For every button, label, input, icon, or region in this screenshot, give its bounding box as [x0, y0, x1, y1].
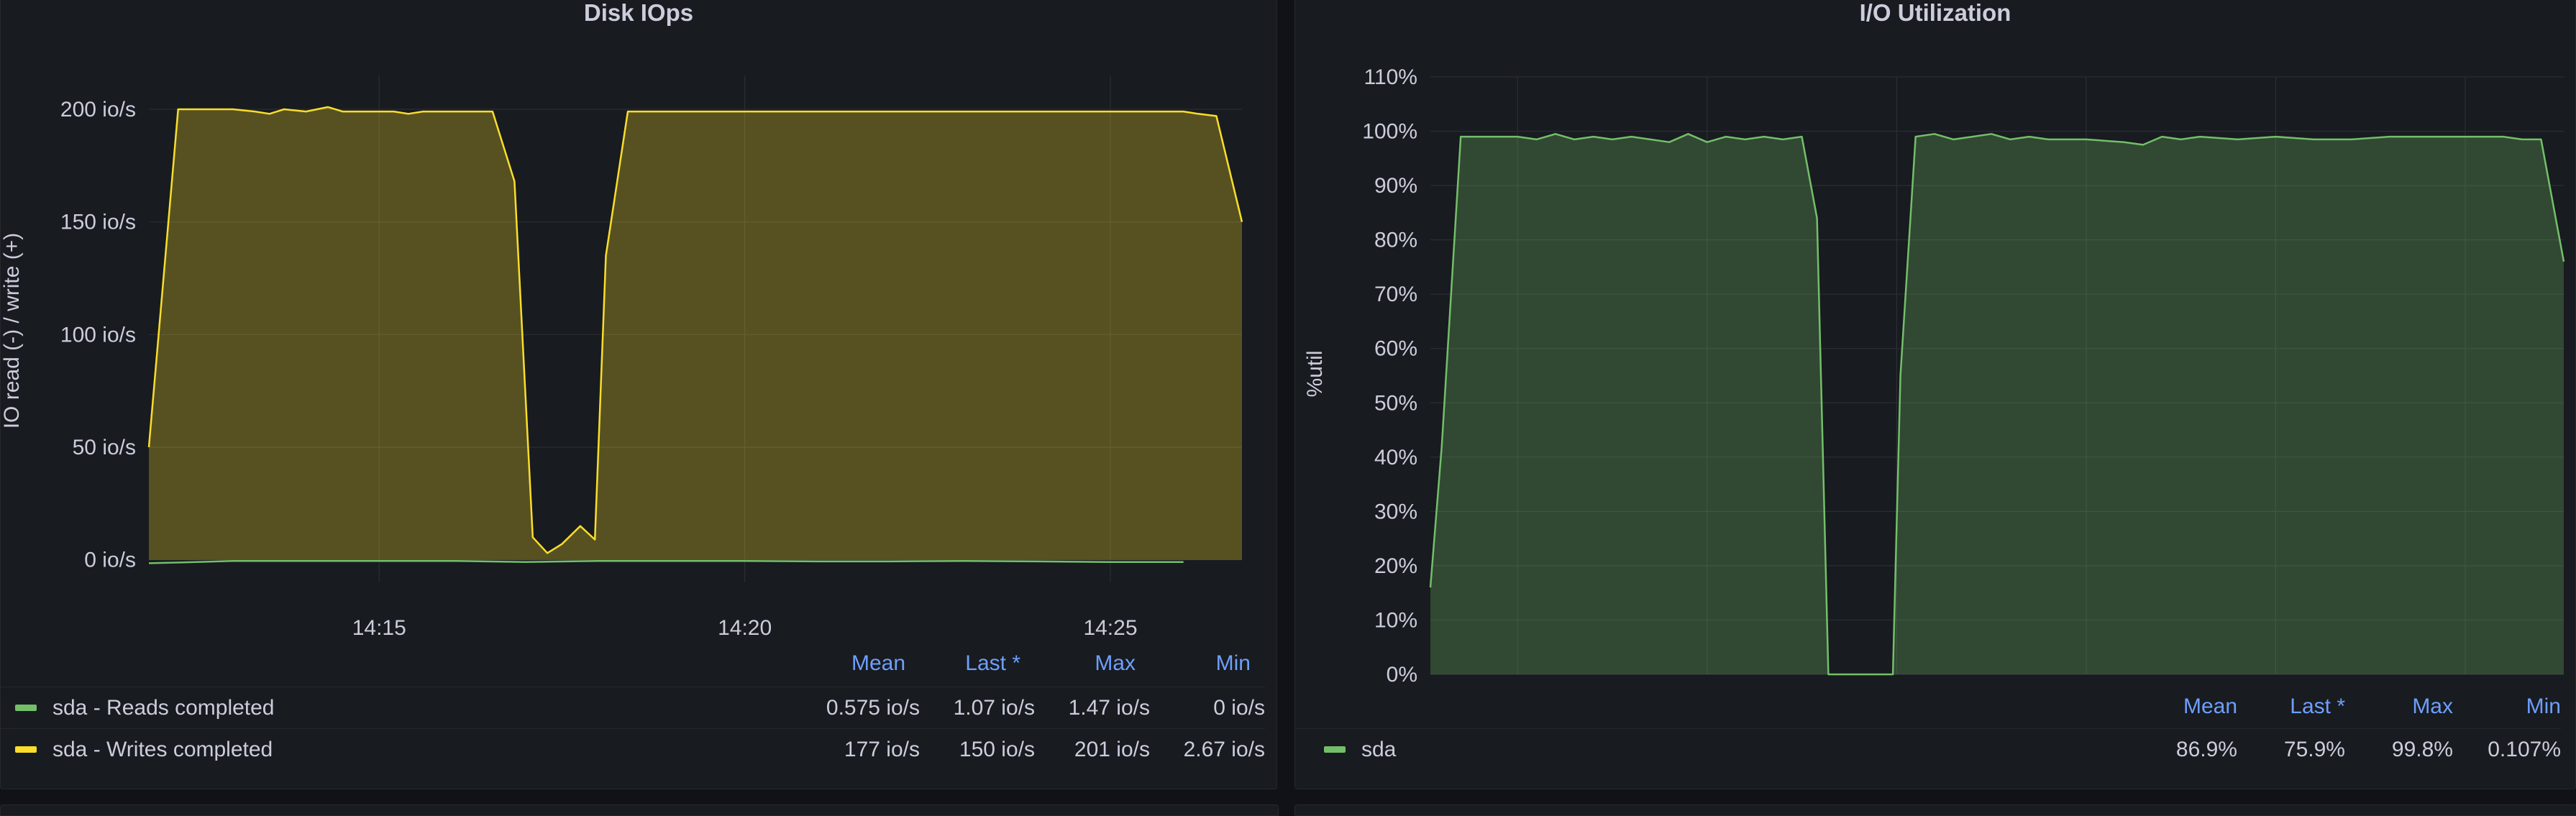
series-area-sda-writes-completed: [149, 106, 1242, 560]
io-utilization-chart: 0% 10% 20% 30% 40% 50% 60% 70% 80% 90% 100% 110%: [1362, 65, 2565, 687]
legend-min-value: 0.107%: [2488, 737, 2561, 761]
legend-last-value: 1.07 io/s: [953, 695, 1035, 720]
legend-last-value: 75.9%: [2283, 737, 2345, 761]
x-tick-label: 14:15: [352, 616, 406, 640]
legend-header: Mean Last * Max Min: [15, 648, 1251, 679]
legend-series-name[interactable]: sda - Writes completed: [52, 738, 805, 762]
y-axis-title: %util: [1303, 350, 1327, 398]
series-line-sda-reads-completed[interactable]: [148, 559, 1184, 564]
series-color-swatch[interactable]: [15, 705, 37, 711]
y-tick-label: 50 io/s: [73, 436, 136, 459]
legend-mean-value: 177 io/s: [844, 737, 920, 761]
y-tick-label: 80%: [1374, 229, 1417, 252]
legend-mean-value: 86.9%: [2175, 737, 2237, 761]
y-tick-label: 30%: [1374, 500, 1417, 523]
legend-last-value: 150 io/s: [959, 737, 1035, 761]
legend-min-value: 2.67 io/s: [1183, 737, 1265, 761]
legend-header-max[interactable]: Max: [2345, 694, 2453, 719]
y-tick-label: 110%: [1364, 65, 1417, 89]
y-tick-label: 100%: [1362, 120, 1417, 144]
x-tick-label: 14:20: [718, 616, 772, 640]
next-panel-edge-left: [0, 804, 1279, 816]
legend-max-value: 99.8%: [2391, 737, 2453, 761]
legend-series-name[interactable]: sda: [1361, 738, 2129, 762]
x-tick-label: 14:25: [1083, 616, 1137, 640]
legend-header-mean[interactable]: Mean: [2129, 694, 2237, 719]
legend-row-writes[interactable]: sda - Writes completed 177 io/s 150 io/s…: [1, 728, 1265, 770]
legend-row-reads[interactable]: sda - Reads completed 0.575 io/s 1.07 io…: [1, 687, 1265, 728]
legend-header-last[interactable]: Last *: [2237, 694, 2345, 719]
y-tick-label: 40%: [1374, 446, 1417, 469]
series-color-swatch[interactable]: [15, 746, 37, 753]
legend-header-max[interactable]: Max: [1020, 651, 1136, 676]
legend-max-value: 1.47 io/s: [1068, 695, 1150, 720]
legend-mean-value: 0.575 io/s: [826, 695, 920, 720]
series-area-sda: [1430, 134, 2564, 675]
legend-header-mean[interactable]: Mean: [790, 651, 905, 676]
legend-header: Mean Last * Max Min: [1310, 691, 2561, 723]
legend-series-name[interactable]: sda - Reads completed: [52, 696, 805, 720]
legend-header-last[interactable]: Last *: [905, 651, 1020, 676]
y-tick-label: 70%: [1374, 283, 1417, 306]
y-tick-label: 0%: [1387, 663, 1417, 687]
disk-iops-panel: Disk IOps 0 io/s 50 io/s 100 io/s 150 io/s 2…: [0, 0, 1277, 789]
y-tick-label: 150 io/s: [60, 211, 136, 234]
legend-min-value: 0 io/s: [1213, 695, 1265, 720]
next-panel-edge-right: [1294, 804, 2576, 816]
legend-max-value: 201 io/s: [1074, 737, 1150, 761]
y-tick-label: 90%: [1374, 174, 1417, 198]
y-tick-label: 200 io/s: [60, 98, 136, 122]
io-utilization-panel: I/O Utilization 0% 10% 20% 30% 40% 50% 60% 70% 8…: [1294, 0, 2576, 789]
legend-header-min[interactable]: Min: [1136, 651, 1251, 676]
y-tick-label: 100 io/s: [60, 323, 136, 347]
disk-iops-chart: 0 io/s 50 io/s 100 io/s 150 io/s 200 io/s 14:…: [60, 75, 1243, 640]
y-tick-label: 50%: [1374, 391, 1417, 415]
legend-row-sda[interactable]: sda 86.9% 75.9% 99.8% 0.107%: [1295, 728, 2561, 770]
y-axis-title: IO read (-) / write (+): [0, 232, 24, 429]
series-color-swatch[interactable]: [1324, 746, 1346, 753]
y-tick-label: 60%: [1374, 337, 1417, 361]
y-tick-label: 10%: [1374, 608, 1417, 632]
y-tick-label: 20%: [1374, 554, 1417, 578]
legend-header-min[interactable]: Min: [2453, 694, 2561, 719]
y-tick-label: 0 io/s: [84, 549, 136, 572]
